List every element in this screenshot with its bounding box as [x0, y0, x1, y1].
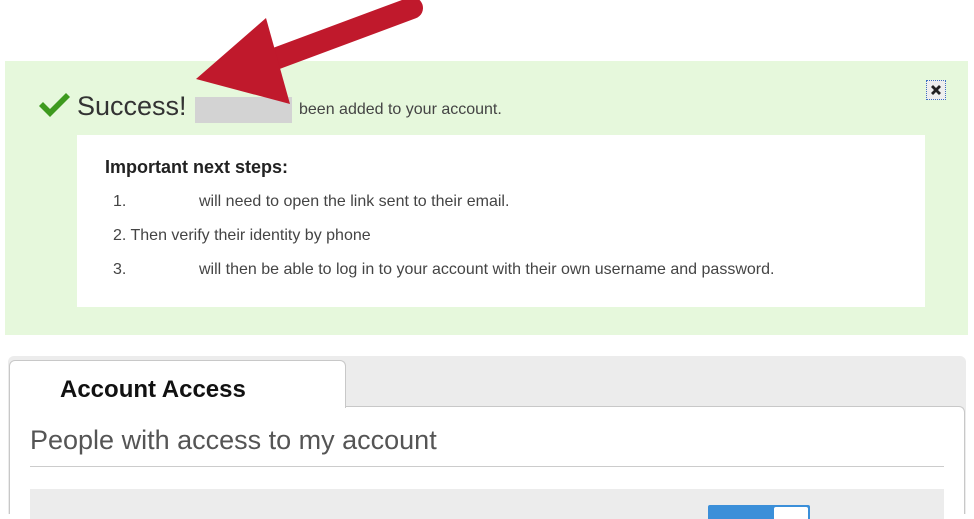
- success-alert: Success! been added to your account. Imp…: [5, 61, 968, 335]
- tab-account-access[interactable]: Account Access: [9, 360, 346, 408]
- step-text: will need to open the link sent to their…: [199, 193, 510, 210]
- account-access-panel: People with access to my account: [9, 406, 965, 519]
- tab-label: Account Access: [60, 376, 246, 403]
- section-divider: [30, 466, 944, 467]
- checkmark-icon: [39, 93, 70, 117]
- section-heading: People with access to my account: [30, 425, 437, 455]
- step-item-2: 2. Then verify their identity by phone: [113, 227, 371, 245]
- close-alert-button[interactable]: [926, 80, 946, 100]
- step-text: Then verify their identity by phone: [130, 227, 371, 244]
- access-toggle[interactable]: [708, 505, 810, 519]
- toggle-knob: [774, 507, 808, 519]
- step-item-1: 1. will need to open the link sent to th…: [113, 193, 509, 211]
- access-list-row: [30, 489, 944, 519]
- success-title: Success!: [77, 91, 187, 121]
- step-item-3: 3. will then be able to log in to your a…: [113, 261, 774, 279]
- step-number: 2.: [113, 227, 127, 244]
- redacted-user-name: [195, 97, 292, 123]
- account-access-card: Account Access People with access to my …: [8, 356, 966, 519]
- step-text: will then be able to log in to your acco…: [199, 261, 775, 278]
- next-steps-heading: Important next steps:: [105, 157, 289, 177]
- next-steps-panel: Important next steps: 1. will need to op…: [77, 135, 925, 307]
- success-message: been added to your account.: [299, 101, 502, 118]
- step-number: 1.: [113, 193, 127, 210]
- close-icon: [931, 85, 941, 95]
- step-number: 3.: [113, 261, 127, 278]
